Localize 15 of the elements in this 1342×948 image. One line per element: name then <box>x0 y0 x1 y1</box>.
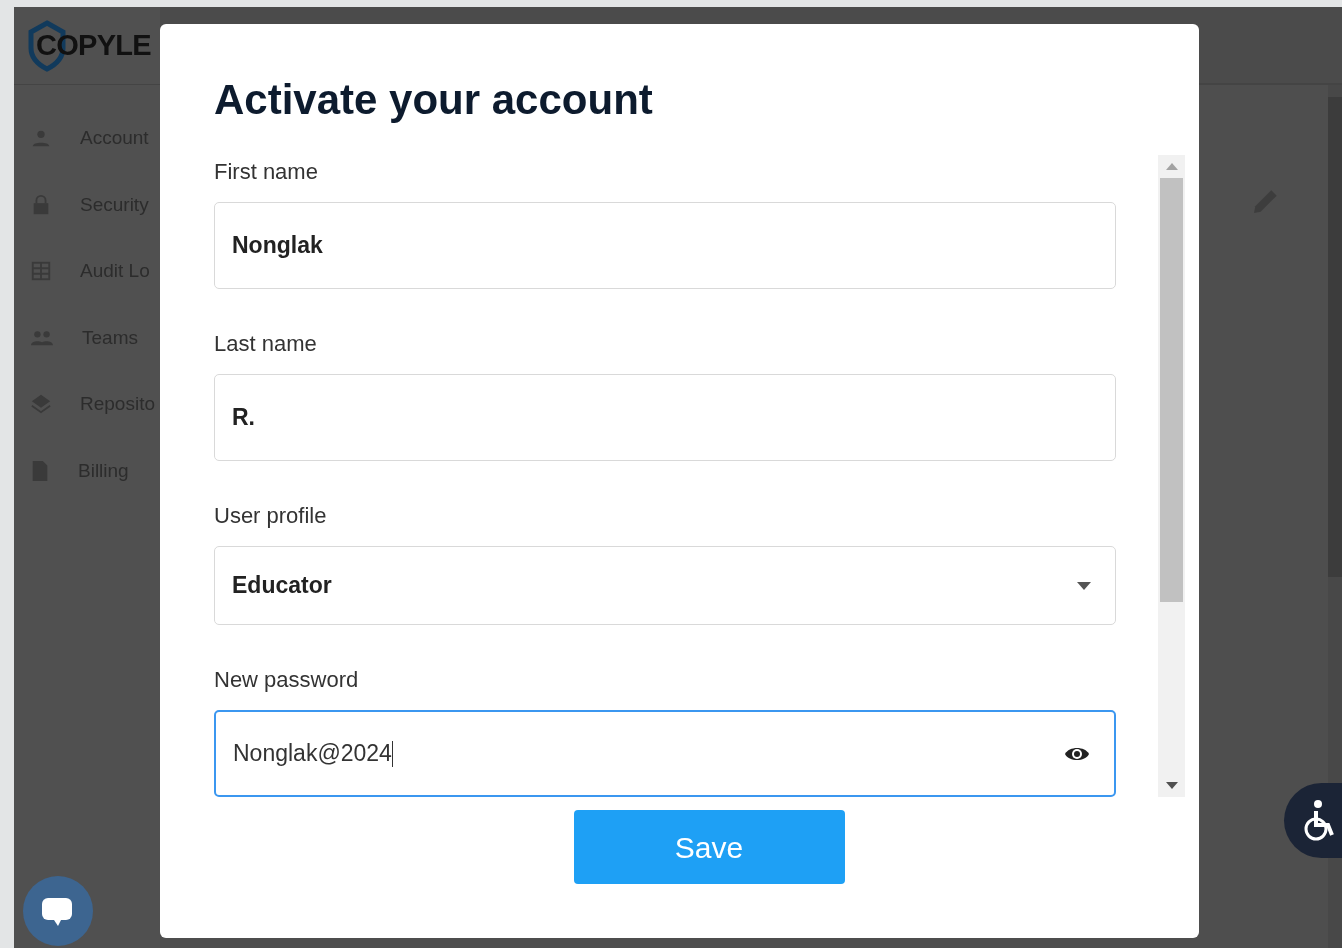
text-cursor <box>391 740 393 767</box>
save-button[interactable]: Save <box>573 810 845 884</box>
scroll-down-icon[interactable] <box>1165 782 1178 789</box>
page-scrollbar[interactable] <box>1328 85 1342 948</box>
dialog-title: Activate your account <box>214 75 653 125</box>
dialog-scrollbar[interactable] <box>1158 155 1185 797</box>
text-field[interactable]: R. <box>214 374 1116 461</box>
field-label: First name <box>214 158 318 186</box>
field-label: New password <box>214 666 359 694</box>
field-label: User profile <box>214 502 327 530</box>
field-label: Last name <box>214 330 317 358</box>
caret-down-icon <box>1077 581 1091 590</box>
text-field[interactable]: Nonglak <box>214 202 1116 289</box>
dropdown-field[interactable]: Educator <box>214 546 1116 625</box>
password-field[interactable]: Nonglak@2024 <box>214 710 1116 797</box>
